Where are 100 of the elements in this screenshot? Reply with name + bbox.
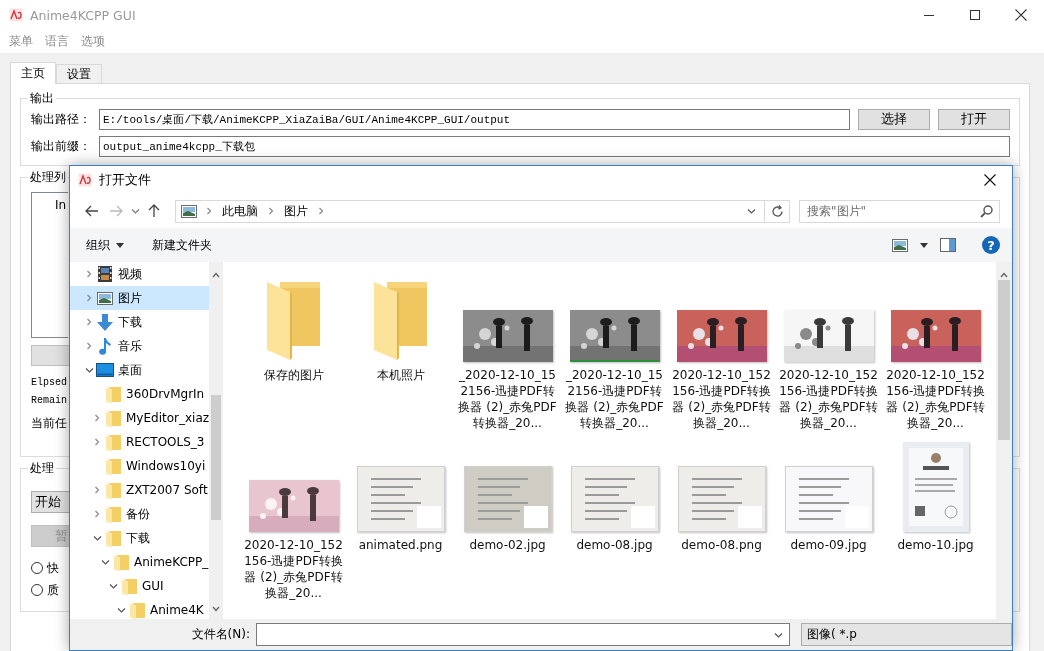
tree-item[interactable]: 桌面: [70, 358, 209, 382]
file-item[interactable]: 保存的图片: [240, 270, 347, 440]
file-item[interactable]: demo-08.png: [668, 440, 775, 610]
scroll-thumb[interactable]: [998, 280, 1010, 440]
breadcrumb-item[interactable]: 此电脑: [221, 202, 259, 220]
chevron-right-icon[interactable]: [85, 318, 93, 326]
chevron-down-icon[interactable]: [130, 207, 140, 215]
chevron-down-icon[interactable]: [747, 207, 756, 215]
caret-icon[interactable]: [920, 242, 928, 248]
chevron-down-icon[interactable]: [84, 366, 94, 374]
menu-item[interactable]: 语言: [45, 33, 69, 50]
tree-item[interactable]: Windows10yi: [70, 454, 209, 478]
new-folder-button[interactable]: 新建文件夹: [152, 236, 212, 254]
file-item[interactable]: 2020-12-10_152156-迅捷PDF转换器 (2)_赤兔PDF转换器_20...: [775, 270, 882, 440]
path-field[interactable]: E:/tools/桌面/下载/AnimeKCPP_XiaZaiBa/GUI/Anime4KCPP_GUI/output: [99, 109, 850, 130]
tree-item[interactable]: Anime4K: [70, 598, 209, 619]
chevron-right-icon[interactable]: [267, 207, 275, 215]
radio-option[interactable]: 快: [31, 557, 59, 579]
organize-button[interactable]: 组织: [86, 236, 124, 254]
file-name-field[interactable]: [256, 623, 790, 646]
caret-icon[interactable]: [116, 242, 124, 248]
film-icon: [98, 266, 112, 282]
tree-item[interactable]: 视频: [70, 262, 209, 286]
tree-item[interactable]: ZXT2007 Soft: [70, 478, 209, 502]
tree-item[interactable]: 音乐: [70, 334, 209, 358]
open-button[interactable]: 打开: [938, 109, 1010, 130]
tree-item[interactable]: 下载: [70, 526, 209, 550]
chevron-right-icon[interactable]: [317, 207, 325, 215]
preview-pane-icon[interactable]: [940, 238, 956, 252]
file-type-dropdown[interactable]: 图像( *.p: [801, 623, 1012, 646]
status-label: Elpsed: [31, 376, 67, 390]
folder-icon: [129, 601, 145, 619]
tree-item[interactable]: 下载: [70, 310, 209, 334]
column-header: In: [55, 198, 67, 212]
chevron-right-icon[interactable]: [85, 270, 93, 278]
folder-icon: [105, 457, 121, 475]
menu-item[interactable]: 选项: [81, 33, 105, 50]
desktop-icon: [96, 363, 114, 377]
tree-item[interactable]: AnimeKCPP_: [70, 550, 209, 574]
chevron-right-icon[interactable]: [93, 486, 101, 494]
music-note-icon: [99, 337, 111, 355]
file-item[interactable]: 本机照片: [347, 270, 454, 440]
folder-icon: [105, 385, 121, 403]
chevron-right-icon[interactable]: [93, 414, 101, 422]
search-field[interactable]: 搜索"图片": [799, 199, 1000, 223]
refresh-icon[interactable]: [770, 204, 784, 218]
chevron-down-icon[interactable]: [774, 631, 783, 639]
app-icon: [78, 173, 92, 187]
chevron-right-icon[interactable]: [205, 207, 213, 215]
up-arrow-icon[interactable]: [148, 204, 160, 218]
file-item[interactable]: _2020-12-10_152156-迅捷PDF转换器 (2)_赤兔PDF转换器_20...: [454, 270, 561, 440]
chevron-down-icon[interactable]: [108, 582, 118, 590]
file-item[interactable]: demo-10.jpg: [882, 440, 989, 610]
group-title: 处理: [29, 460, 55, 477]
file-item[interactable]: 2020-12-10_152156-迅捷PDF转换器 (2)_赤兔PDF转换器_20...: [882, 270, 989, 440]
radio-option[interactable]: 质: [31, 579, 59, 601]
window-title: Anime4KCPP GUI: [30, 7, 137, 23]
chevron-down-icon[interactable]: [100, 558, 110, 566]
file-item[interactable]: demo-09.jpg: [775, 440, 882, 610]
chevron-down-icon[interactable]: [116, 606, 126, 614]
back-icon[interactable]: [85, 205, 99, 217]
start-button[interactable]: 开始: [31, 491, 69, 513]
help-button[interactable]: ?: [982, 236, 1000, 254]
search-icon[interactable]: [980, 204, 993, 218]
chevron-right-icon[interactable]: [93, 438, 101, 446]
breadcrumb-item[interactable]: 图片: [283, 202, 309, 220]
tab[interactable]: 主页: [10, 62, 56, 84]
tree-item[interactable]: 图片: [70, 286, 209, 310]
image-icon: [181, 204, 197, 218]
chevron-right-icon[interactable]: [93, 510, 101, 518]
file-item[interactable]: 2020-12-10_152156-迅捷PDF转换器 (2)_赤兔PDF转换器_20...: [240, 440, 347, 610]
file-item[interactable]: demo-02.jpg: [454, 440, 561, 610]
image-icon: [892, 238, 908, 252]
tree-item[interactable]: GUI: [70, 574, 209, 598]
list-box[interactable]: In: [31, 192, 68, 338]
close-icon[interactable]: [1015, 9, 1027, 21]
tree-item[interactable]: 备份: [70, 502, 209, 526]
radio-icon[interactable]: [31, 562, 43, 574]
chevron-down-icon[interactable]: [92, 534, 102, 542]
status-label: 当前任: [31, 415, 67, 432]
radio-icon[interactable]: [31, 584, 43, 596]
close-icon[interactable]: [984, 174, 996, 186]
file-item[interactable]: 2020-12-10_152156-迅捷PDF转换器 (2)_赤兔PDF转换器_20...: [668, 270, 775, 440]
tree-item[interactable]: MyEditor_xiaz: [70, 406, 209, 430]
image-icon: [97, 291, 113, 305]
file-item[interactable]: animated.png: [347, 440, 454, 610]
scrollbar[interactable]: [996, 262, 1012, 619]
prefix-field[interactable]: output_anime4kcpp_下载包: [99, 136, 1010, 157]
maximize-icon[interactable]: [970, 10, 980, 20]
file-item[interactable]: demo-08.jpg: [561, 440, 668, 610]
browse-button[interactable]: 选择: [858, 109, 930, 130]
scroll-thumb[interactable]: [211, 395, 221, 520]
tree-item[interactable]: 360DrvMgrIn: [70, 382, 209, 406]
file-item[interactable]: _2020-12-10_152156-迅捷PDF转换器 (2)_赤兔PDF转换器_20...: [561, 270, 668, 440]
chevron-right-icon[interactable]: [85, 342, 93, 350]
scrollbar[interactable]: [209, 262, 223, 619]
address-bar[interactable]: 此电脑 图片: [175, 199, 790, 223]
menu-item[interactable]: 菜单: [9, 33, 33, 50]
tree-item[interactable]: RECTOOLS_3: [70, 430, 209, 454]
tab[interactable]: 设置: [56, 64, 102, 83]
